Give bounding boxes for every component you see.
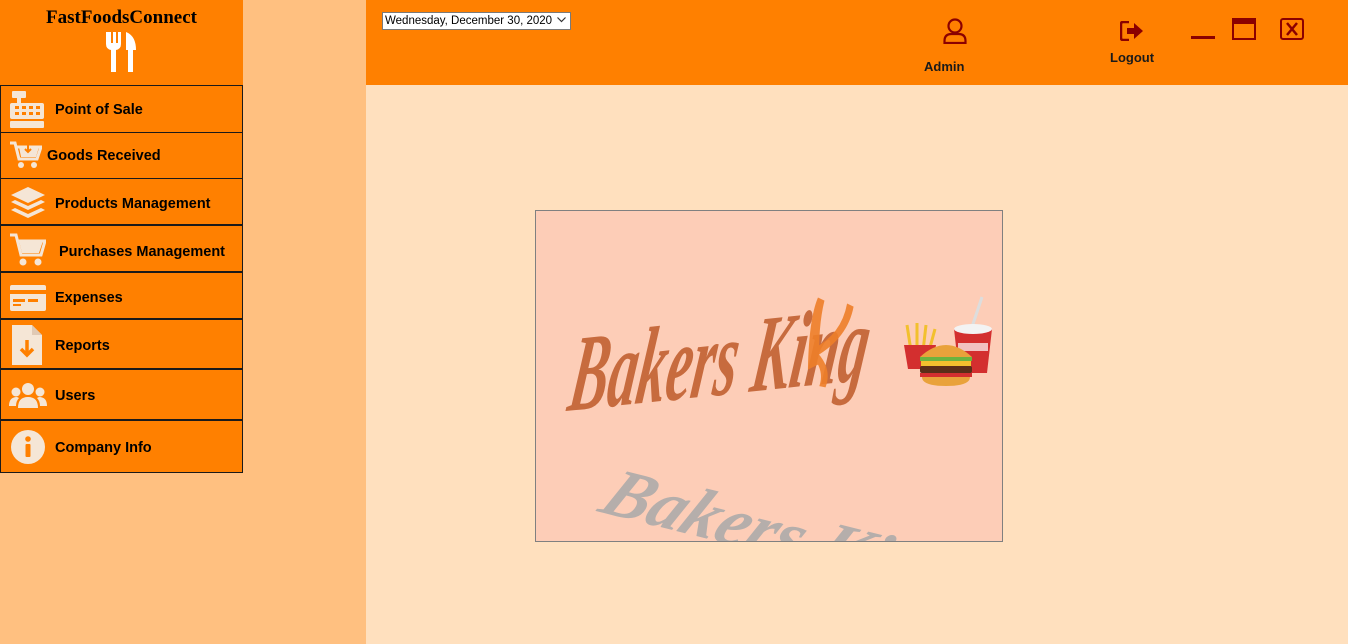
top-bar: Wednesday, December 30, 2020 Admin Logou…	[366, 0, 1348, 85]
logout-button[interactable]: Logout	[1106, 14, 1166, 66]
sidebar-item-label: Expenses	[55, 290, 123, 306]
minimize-button[interactable]	[1188, 26, 1218, 44]
layers-icon	[11, 187, 45, 218]
sidebar-item-goods-received[interactable]: Goods Received	[0, 132, 243, 179]
logo-reflection-text: Bakers King	[587, 455, 978, 542]
bakers-king-logo-image: Bakers King Bakers King	[535, 210, 1003, 542]
logo-main-text: Bakers King	[562, 281, 879, 435]
users-icon	[9, 383, 47, 408]
info-circle-icon	[11, 430, 45, 464]
sidebar-item-purchases-management[interactable]: Purchases Management	[0, 225, 243, 272]
sidebar-item-label: Goods Received	[47, 148, 161, 164]
fork-knife-icon	[106, 32, 136, 72]
app-title: FastFoodsConnect	[46, 7, 197, 28]
sidebar-item-users[interactable]: Users	[0, 369, 243, 420]
shopping-cart-icon	[10, 233, 46, 266]
brand-header: FastFoodsConnect	[0, 0, 243, 85]
admin-user-button[interactable]: Admin	[921, 14, 971, 76]
sidebar-item-label: Company Info	[55, 440, 152, 456]
cash-register-icon	[10, 91, 44, 128]
minimize-icon	[1191, 36, 1215, 39]
user-icon	[943, 18, 967, 44]
maximize-button[interactable]	[1232, 18, 1258, 42]
sidebar-item-point-of-sale[interactable]: Point of Sale	[0, 85, 243, 133]
sidebar-item-label: Point of Sale	[55, 102, 143, 118]
logout-label: Logout	[1110, 50, 1155, 65]
sidebar-item-expenses[interactable]: Expenses	[0, 272, 243, 319]
sidebar-item-products-management[interactable]: Products Management	[0, 178, 243, 225]
date-value: Wednesday, December 30, 2020	[385, 15, 553, 27]
chevron-down-icon[interactable]	[557, 17, 566, 23]
sidebar-item-label: Reports	[55, 338, 110, 354]
burger-icon	[920, 345, 972, 386]
sidebar-item-company-info[interactable]: Company Info	[0, 420, 243, 473]
close-button[interactable]	[1280, 18, 1306, 42]
logout-icon	[1120, 21, 1143, 41]
close-icon	[1280, 18, 1304, 40]
maximize-icon	[1232, 18, 1256, 40]
admin-label: Admin	[924, 59, 965, 74]
sidebar-item-label: Purchases Management	[59, 244, 226, 260]
credit-card-icon	[10, 285, 46, 311]
sidebar-item-label: Products Management	[55, 196, 211, 212]
file-download-icon	[12, 325, 42, 365]
cart-download-icon	[10, 141, 42, 168]
date-picker[interactable]: Wednesday, December 30, 2020	[382, 12, 571, 30]
sidebar-item-label: Users	[55, 388, 96, 404]
logo-artwork: Bakers King Bakers King	[562, 281, 992, 542]
sidebar-item-reports[interactable]: Reports	[0, 319, 243, 369]
